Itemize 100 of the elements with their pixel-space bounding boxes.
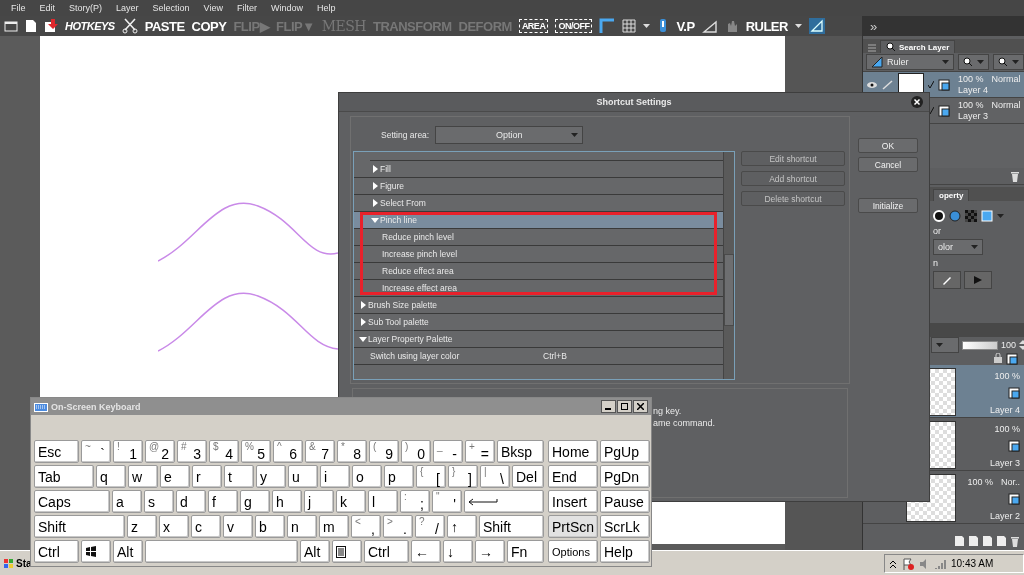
key[interactable]: * 8	[337, 440, 367, 463]
dialog-button[interactable]: OK	[858, 138, 918, 153]
key[interactable]: @2	[145, 440, 175, 463]
menu-item[interactable]: Edit	[32, 3, 63, 13]
toolbar-button[interactable]: V.P	[676, 18, 695, 34]
key[interactable]: + =	[465, 440, 495, 463]
key[interactable]: ? /	[415, 515, 445, 538]
key[interactable]: PgDn	[600, 465, 650, 488]
key[interactable]: i	[320, 465, 350, 488]
tree-row[interactable]: Reduce pinch level	[354, 229, 723, 246]
tree-row[interactable]: Figure	[354, 178, 723, 195]
key[interactable]: " '	[432, 490, 462, 513]
key[interactable]: Shift	[34, 515, 125, 538]
key[interactable]: < ,	[351, 515, 381, 538]
layer-row[interactable]: 100 % Normal Layer 4	[863, 72, 1024, 98]
menu-item[interactable]: Layer	[109, 3, 146, 13]
tree-row[interactable]: Layer Property Palette	[354, 331, 723, 348]
key[interactable]: z	[127, 515, 157, 538]
key[interactable]: Esc	[34, 440, 79, 463]
key[interactable]: Del	[512, 465, 544, 488]
toolbar-button[interactable]: PASTE	[144, 18, 185, 34]
key[interactable]: : ;	[400, 490, 430, 513]
key[interactable]: w	[128, 465, 158, 488]
key[interactable]: v	[223, 515, 253, 538]
key[interactable]: ←	[411, 540, 441, 563]
color-dropdown[interactable]: olor	[933, 239, 983, 255]
key[interactable]: | \	[480, 465, 510, 488]
key[interactable]: Tab	[34, 465, 94, 488]
key[interactable]: ~ `	[81, 440, 111, 463]
key[interactable]: f	[208, 490, 238, 513]
key[interactable]: } ]	[448, 465, 478, 488]
key[interactable]: k	[336, 490, 366, 513]
menu-item[interactable]: View	[196, 3, 230, 13]
key[interactable]: ) 0	[401, 440, 431, 463]
toolbar-button[interactable]: RULER	[745, 18, 788, 34]
key[interactable]: c	[191, 515, 221, 538]
menu-item[interactable]: Help	[309, 3, 343, 13]
key[interactable]: l	[368, 490, 398, 513]
key[interactable]: PrtScn	[548, 515, 598, 538]
key[interactable]: x	[159, 515, 189, 538]
tree-row[interactable]: Reduce effect area	[354, 263, 723, 280]
tree-row[interactable]: Switch using layer color Ctrl+B	[354, 348, 723, 365]
key[interactable]: Ctrl	[364, 540, 409, 563]
key[interactable]: n	[287, 515, 317, 538]
key[interactable]: y	[256, 465, 286, 488]
toolbar-button[interactable]: HOTKEYS	[65, 20, 115, 32]
key[interactable]: Insert	[548, 490, 598, 513]
key[interactable]: p	[384, 465, 414, 488]
key[interactable]: Caps	[34, 490, 110, 513]
key[interactable]: ↑	[447, 515, 477, 538]
toolbar-button[interactable]: COPY	[191, 18, 227, 34]
key[interactable]: m	[319, 515, 349, 538]
palette-tab[interactable]: operty	[933, 189, 970, 201]
key[interactable]: % 5	[241, 440, 271, 463]
dialog-button[interactable]: Cancel	[858, 157, 918, 172]
key[interactable]: # 3	[177, 440, 207, 463]
tree-row[interactable]: Increase effect area	[354, 280, 723, 297]
key[interactable]: ! 1	[113, 440, 143, 463]
key[interactable]: r	[192, 465, 222, 488]
palette-tab[interactable]: Search Layer	[880, 40, 956, 53]
key[interactable]: a	[112, 490, 142, 513]
key[interactable]: { [	[416, 465, 446, 488]
key[interactable]: o	[352, 465, 382, 488]
key[interactable]: > .	[383, 515, 413, 538]
key[interactable]: ^ 6	[273, 440, 303, 463]
key[interactable]: →	[475, 540, 505, 563]
tree-row[interactable]: Brush Size palette	[354, 297, 723, 314]
key[interactable]: $ 4	[209, 440, 239, 463]
toolbar-button[interactable]: ON/OFF	[555, 19, 593, 33]
key[interactable]: Options	[548, 540, 598, 563]
menu-item[interactable]: Story(P)	[62, 3, 110, 13]
key[interactable]: t	[224, 465, 254, 488]
key[interactable]: Alt	[113, 540, 143, 563]
key[interactable]: Help	[600, 540, 650, 563]
key[interactable]: j	[304, 490, 334, 513]
menu-item[interactable]: Window	[263, 3, 310, 13]
key[interactable]: s	[144, 490, 174, 513]
key[interactable]: b	[255, 515, 285, 538]
key[interactable]: PgUp	[600, 440, 650, 463]
key[interactable]: h	[272, 490, 302, 513]
panel-toggle[interactable]: »	[862, 16, 1024, 36]
key[interactable]: Home	[548, 440, 598, 463]
key[interactable]: q	[96, 465, 126, 488]
dialog-button[interactable]: Initialize	[858, 198, 918, 213]
key[interactable]: Bksp	[497, 440, 544, 463]
setting-area-dropdown[interactable]: Option	[435, 126, 584, 144]
key[interactable]: Pause	[600, 490, 650, 513]
key[interactable]: d	[176, 490, 206, 513]
menu-item[interactable]: Selection	[145, 3, 197, 13]
key[interactable]: ↓	[443, 540, 473, 563]
key[interactable]: g	[240, 490, 270, 513]
menu-item[interactable]: File	[4, 3, 33, 13]
tree-row[interactable]: Sub Tool palette	[354, 314, 723, 331]
key[interactable]: Alt	[300, 540, 330, 563]
key[interactable]: u	[288, 465, 318, 488]
key[interactable]: Ctrl	[34, 540, 79, 563]
key[interactable]: ( 9	[369, 440, 399, 463]
key[interactable]: ScrLk	[600, 515, 650, 538]
tree-row[interactable]: Increase pinch level	[354, 246, 723, 263]
toolbar-button[interactable]: AREA	[518, 19, 549, 33]
